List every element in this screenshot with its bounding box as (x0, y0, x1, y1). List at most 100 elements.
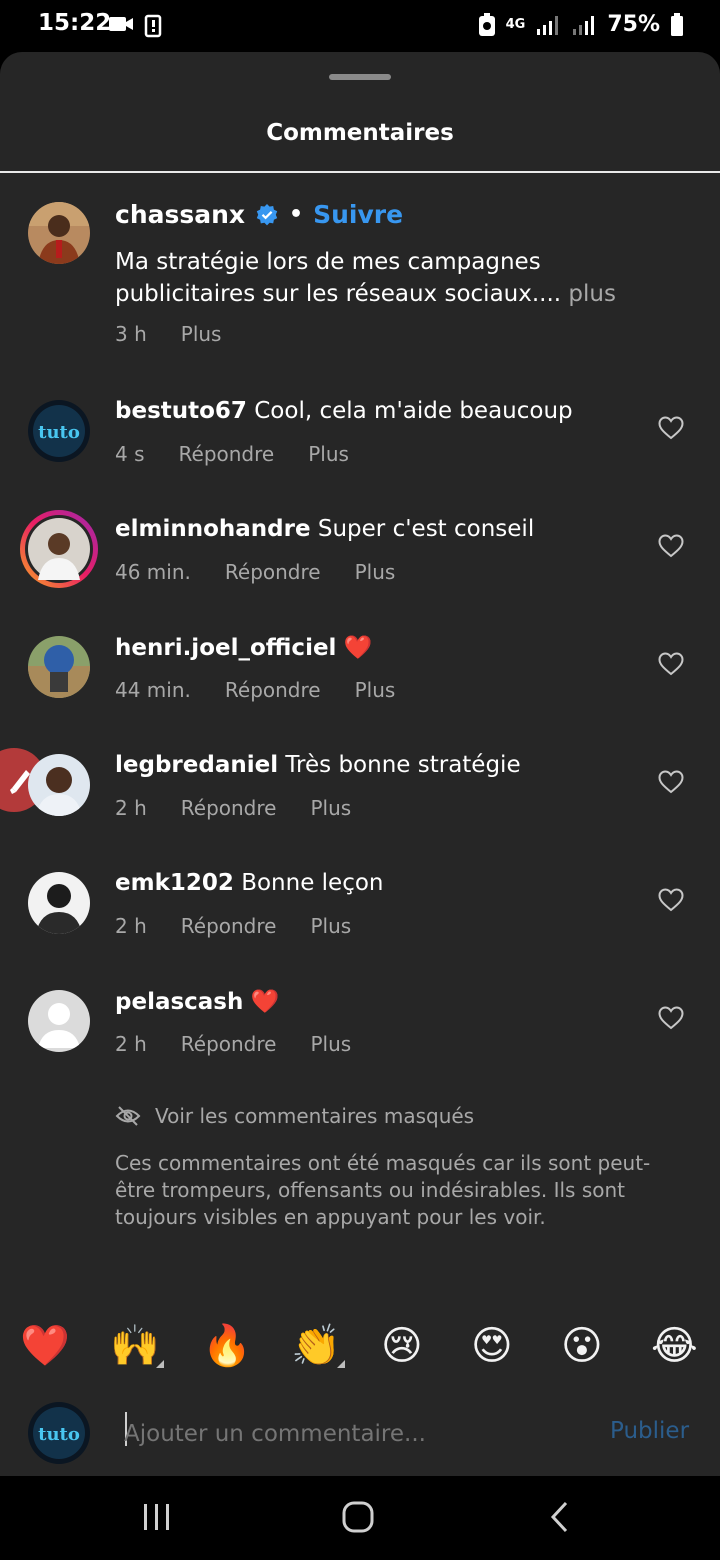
avatar-chassanx[interactable] (28, 202, 90, 264)
caption-text: Ma stratégie lors de mes campagnes publi… (115, 246, 675, 310)
comment-composer: tuto Publier (0, 1398, 720, 1476)
signal-icon (537, 15, 559, 35)
reply-button[interactable]: Répondre (181, 914, 277, 938)
back-icon[interactable] (538, 1498, 582, 1538)
comment-text: Cool, cela m'aide beaucoup (254, 398, 573, 424)
video-camera-icon (109, 17, 133, 31)
comment-time: 2 h (115, 1032, 147, 1056)
network-type: 4G (505, 17, 526, 32)
avatar-emk1202[interactable] (28, 872, 90, 934)
comment-6-meta: 2 h Répondre Plus (115, 1032, 351, 1056)
comment-1-meta: 4 s Répondre Plus (115, 442, 349, 466)
comment-input[interactable] (124, 1414, 594, 1454)
emoji-variant-caret-icon (337, 1360, 345, 1368)
comment-time: 4 s (115, 442, 145, 466)
comment-more-button[interactable]: Plus (310, 1032, 351, 1056)
comment-2: elminnohandre Super c'est conseil (115, 516, 534, 542)
comment-more-button[interactable]: Plus (310, 914, 351, 938)
comment-time: 2 h (115, 796, 147, 820)
recent-apps-icon[interactable] (135, 1498, 179, 1538)
caption-header: chassanx • Suivre (115, 200, 403, 229)
comments-sheet: Commentaires chassanx • Suivre Ma straté… (0, 52, 720, 1476)
like-heart-icon[interactable] (658, 534, 684, 558)
comment-text: ❤️ (250, 989, 280, 1015)
status-right: 4G 75% (478, 12, 684, 37)
view-hidden-comments-label: Voir les commentaires masqués (155, 1104, 475, 1128)
status-left-icons (108, 14, 164, 38)
battery-percent: 75% (607, 12, 660, 37)
reply-button[interactable]: Répondre (181, 1032, 277, 1056)
follow-button[interactable]: Suivre (313, 200, 403, 229)
comment-more-button[interactable]: Plus (308, 442, 349, 466)
avatar-pelascash[interactable] (28, 990, 90, 1052)
like-heart-icon[interactable] (658, 416, 684, 440)
system-nav-bar (0, 1476, 720, 1560)
title-divider (0, 171, 720, 173)
like-heart-icon[interactable] (658, 1006, 684, 1030)
emoji-clapping-button[interactable]: 👏 (291, 1320, 341, 1372)
comment-5-meta: 2 h Répondre Plus (115, 914, 351, 938)
comment-4: legbredaniel Très bonne stratégie (115, 752, 521, 778)
default-avatar-icon (28, 990, 90, 1052)
comment-3-meta: 44 min. Répondre Plus (115, 678, 395, 702)
emoji-laughing-button[interactable]: 😂 (651, 1320, 698, 1372)
home-icon[interactable] (336, 1498, 380, 1538)
avatar-legbredaniel[interactable] (28, 754, 90, 816)
signal-icon-2 (573, 15, 595, 35)
comment-text: Super c'est conseil (317, 516, 535, 542)
comment-username[interactable]: emk1202 (115, 870, 234, 896)
comment-5: emk1202 Bonne leçon (115, 870, 384, 896)
caption-username[interactable]: chassanx (115, 200, 245, 229)
comment-username[interactable]: pelascash (115, 989, 243, 1015)
reply-button[interactable]: Répondre (179, 442, 275, 466)
battery-saver-icon (478, 12, 495, 36)
emoji-heart-button[interactable]: ❤️ (20, 1320, 70, 1372)
device-alert-icon (144, 14, 162, 38)
comment-more-button[interactable]: Plus (310, 796, 351, 820)
comment-4-meta: 2 h Répondre Plus (115, 796, 351, 820)
reply-button[interactable]: Répondre (181, 796, 277, 820)
reply-button[interactable]: Répondre (225, 560, 321, 584)
emoji-crying-button[interactable]: 😢 (381, 1320, 423, 1372)
comment-username[interactable]: bestuto67 (115, 398, 247, 424)
publish-button[interactable]: Publier (610, 1418, 689, 1444)
emoji-heart-eyes-button[interactable]: 😍 (471, 1320, 513, 1372)
comment-3: henri.joel_officiel ❤️ (115, 634, 372, 661)
caption-body: Ma stratégie lors de mes campagnes publi… (115, 249, 562, 307)
status-bar: 15:22 4G 75% (0, 0, 720, 52)
comment-username[interactable]: elminnohandre (115, 516, 311, 542)
comment-more-button[interactable]: Plus (355, 560, 396, 584)
avatar-henri-joel[interactable] (28, 636, 90, 698)
svg-text:tuto: tuto (38, 1424, 80, 1445)
sheet-title: Commentaires (266, 120, 454, 146)
emoji-surprised-button[interactable]: 😮 (561, 1320, 603, 1372)
like-heart-icon[interactable] (658, 652, 684, 676)
caption-more-button[interactable]: Plus (181, 322, 222, 346)
like-heart-icon[interactable] (658, 770, 684, 794)
caption-time: 3 h (115, 322, 147, 346)
comment-username[interactable]: henri.joel_officiel (115, 635, 336, 661)
emoji-raising-hands-button[interactable]: 🙌 (110, 1320, 160, 1372)
comment-text: ❤️ (343, 635, 373, 661)
sheet-drag-handle[interactable] (329, 74, 391, 80)
hidden-comments-note: Ces commentaires ont été masqués car ils… (115, 1151, 651, 1229)
comment-more-button[interactable]: Plus (355, 678, 396, 702)
view-hidden-comments-button[interactable]: Voir les commentaires masqués (115, 1104, 474, 1128)
emoji-variant-caret-icon (156, 1360, 164, 1368)
comment-text: Très bonne stratégie (285, 752, 521, 778)
reply-button[interactable]: Répondre (225, 678, 321, 702)
svg-text:tuto: tuto (38, 422, 80, 443)
comment-username[interactable]: legbredaniel (115, 752, 278, 778)
verified-badge-icon (256, 203, 278, 225)
comment-time: 44 min. (115, 678, 191, 702)
emoji-fire-button[interactable]: 🔥 (202, 1320, 252, 1372)
comment-time: 46 min. (115, 560, 191, 584)
caption-more-link[interactable]: plus (568, 281, 616, 307)
avatar-bestuto67[interactable]: tuto (28, 400, 90, 462)
battery-icon (671, 12, 683, 36)
comment-2-meta: 46 min. Répondre Plus (115, 560, 395, 584)
like-heart-icon[interactable] (658, 888, 684, 912)
composer-avatar: tuto (28, 1402, 90, 1464)
avatar-elminnohandre[interactable] (20, 510, 98, 588)
comment-6: pelascash ❤️ (115, 988, 279, 1015)
